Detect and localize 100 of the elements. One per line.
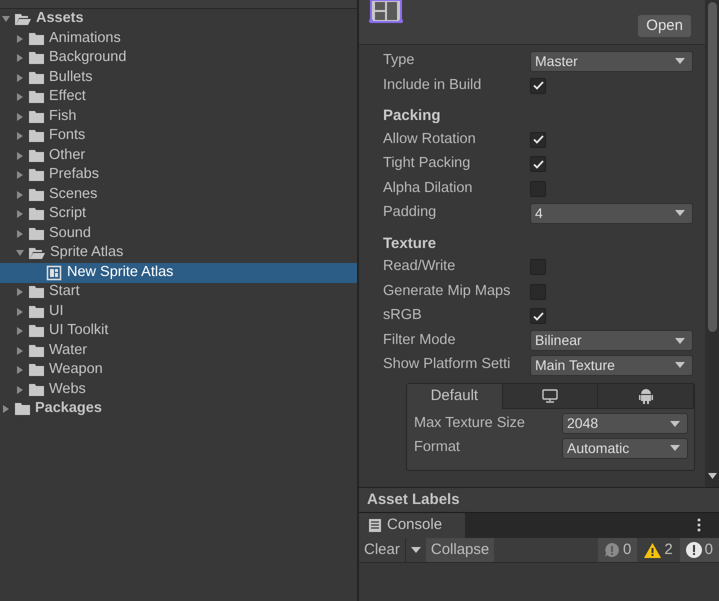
expanded-arrow-icon[interactable] (2, 15, 10, 24)
platform-tab[interactable] (598, 384, 694, 408)
open-button[interactable]: Open (638, 15, 691, 37)
tree-item[interactable]: Bullets (0, 68, 357, 88)
field-label: Show Platform Setti (383, 355, 512, 374)
collapsed-arrow-icon[interactable] (16, 288, 24, 296)
folder-icon (29, 286, 44, 298)
field-label: Filter Mode (383, 330, 457, 350)
field-label: Format (414, 438, 461, 458)
dropdown[interactable]: Master (530, 50, 693, 72)
collapsed-arrow-icon[interactable] (16, 366, 24, 374)
tree-item[interactable]: Scenes (0, 185, 357, 204)
tree-item[interactable]: New Sprite Atlas (0, 263, 357, 282)
folder-icon (29, 130, 44, 142)
monitor-icon (542, 388, 558, 402)
tree-item[interactable]: Sound (0, 224, 357, 244)
tree-item[interactable]: Sprite Atlas (0, 244, 357, 263)
tree-item[interactable]: UI Toolkit (0, 322, 357, 341)
section-header: Texture (383, 234, 436, 254)
tree-item[interactable]: Start (0, 282, 357, 302)
platform-tab[interactable] (502, 384, 598, 408)
folder-icon (29, 208, 44, 220)
field-label: Allow Rotation (383, 130, 477, 149)
error-icon (686, 542, 702, 558)
collapsed-arrow-icon[interactable] (2, 405, 10, 414)
collapsed-arrow-icon[interactable] (16, 54, 24, 62)
tree-item[interactable]: UI (0, 302, 357, 322)
scroll-down-arrow-icon[interactable] (708, 473, 716, 479)
dropdown[interactable]: Main Texture (530, 354, 693, 376)
item-label: Scenes (49, 184, 98, 204)
clear-button[interactable]: Clear (359, 538, 406, 562)
folder-icon (29, 52, 44, 64)
collapse-button[interactable]: Collapse (426, 538, 494, 562)
info-bubble-icon (604, 542, 620, 558)
item-label: Weapon (49, 360, 103, 380)
tree-item[interactable]: Weapon (0, 360, 357, 380)
tree-item[interactable]: Assets (0, 10, 357, 29)
item-label: Fish (49, 106, 76, 126)
item-label: Start (49, 282, 80, 302)
collapsed-arrow-icon[interactable] (16, 386, 24, 394)
expanded-arrow-icon[interactable] (16, 249, 24, 258)
item-label: UI Toolkit (49, 321, 108, 340)
open-folder-icon (29, 246, 45, 260)
tree-item[interactable]: Webs (0, 380, 357, 400)
tree-item[interactable]: Water (0, 341, 357, 360)
tree-item[interactable]: Effect (0, 88, 357, 107)
item-label: Other (49, 146, 86, 165)
dropdown[interactable]: Bilinear (530, 330, 693, 352)
tree-item[interactable]: Background (0, 48, 357, 68)
item-label: Bullets (49, 68, 93, 87)
item-label: UI (49, 302, 64, 321)
collapsed-arrow-icon[interactable] (16, 74, 24, 82)
log-count-toggle[interactable]: 0 (598, 538, 638, 562)
checkbox[interactable] (530, 132, 546, 148)
item-label: Sound (49, 224, 91, 243)
collapsed-arrow-icon[interactable] (16, 34, 24, 43)
field-label: Generate Mip Maps (383, 282, 512, 301)
collapsed-arrow-icon[interactable] (16, 93, 24, 102)
console-tab-label: Console (387, 515, 442, 536)
more-menu-icon[interactable] (697, 518, 701, 532)
collapsed-arrow-icon[interactable] (16, 152, 24, 160)
section-header: Packing (383, 106, 441, 126)
field-label: Type (383, 51, 416, 70)
field-label: Max Texture Size (414, 414, 526, 433)
field-label: sRGB (383, 306, 423, 326)
collapsed-arrow-icon[interactable] (16, 171, 24, 180)
platform-tab[interactable]: Default (407, 384, 503, 408)
tree-item[interactable]: Prefabs (0, 166, 357, 185)
dropdown[interactable]: 2048 (562, 413, 688, 434)
folder-icon (29, 150, 44, 162)
tree-item[interactable]: Script (0, 204, 357, 224)
collapsed-arrow-icon[interactable] (16, 132, 24, 140)
dropdown[interactable]: 4 (530, 202, 693, 224)
tree-item[interactable]: Fish (0, 107, 357, 126)
collapsed-arrow-icon[interactable] (16, 308, 24, 316)
tree-item[interactable]: Other (0, 146, 357, 166)
item-label: Prefabs (49, 165, 99, 184)
checkbox[interactable] (530, 308, 546, 324)
collapsed-arrow-icon[interactable] (16, 327, 24, 336)
checkbox[interactable] (530, 156, 546, 172)
console-icon (369, 519, 381, 532)
collapsed-arrow-icon[interactable] (16, 346, 24, 355)
collapsed-arrow-icon[interactable] (16, 210, 24, 218)
console-tab[interactable]: Console (359, 513, 465, 538)
folder-icon (29, 325, 44, 338)
folder-icon (29, 306, 44, 318)
caret-icon (675, 210, 685, 216)
folder-icon (29, 91, 44, 104)
collapsed-arrow-icon[interactable] (16, 230, 24, 238)
tree-item[interactable]: Fonts (0, 126, 357, 146)
checkbox[interactable] (530, 78, 546, 94)
tree-item[interactable]: Animations (0, 29, 357, 48)
folder-icon (29, 32, 44, 45)
caret-icon (675, 338, 685, 344)
dropdown[interactable]: Automatic (562, 438, 688, 459)
collapsed-arrow-icon[interactable] (16, 112, 24, 121)
log-count-toggle[interactable]: 0 (680, 538, 719, 562)
scrollbar[interactable] (705, 0, 719, 487)
collapsed-arrow-icon[interactable] (16, 190, 24, 199)
tree-item[interactable]: Packages (0, 400, 357, 419)
